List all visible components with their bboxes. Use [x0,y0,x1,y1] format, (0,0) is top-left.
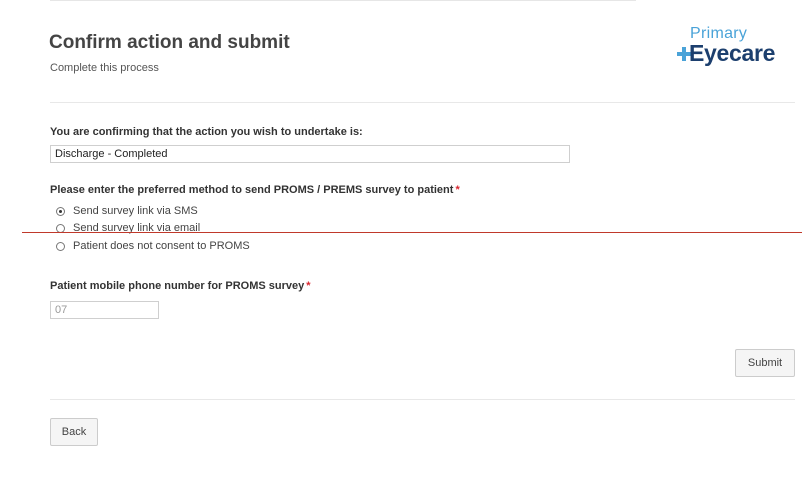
section-divider [50,102,795,103]
primary-eyecare-logo: Primary Eyecare [676,25,796,73]
phone-number-input[interactable]: 07 [50,301,159,319]
radio-button-no-consent[interactable] [56,241,65,251]
survey-method-label: Please enter the preferred method to sen… [50,184,460,196]
required-marker: * [306,280,311,292]
survey-method-label-text: Please enter the preferred method to sen… [50,184,454,196]
page-subtitle: Complete this process [50,62,159,74]
footer-divider [50,399,795,400]
top-divider [50,0,636,1]
back-button[interactable]: Back [50,418,98,446]
action-field[interactable]: Discharge - Completed [50,145,570,163]
page-title: Confirm action and submit [49,32,290,53]
radio-option-sms[interactable]: Send survey link via SMS [56,204,198,218]
logo-text-eyecare: Eyecare [689,40,776,66]
action-label: You are confirming that the action you w… [50,126,363,138]
required-marker: * [455,184,460,196]
annotation-line [22,232,802,233]
radio-option-no-consent[interactable]: Patient does not consent to PROMS [56,239,250,253]
radio-label-sms: Send survey link via SMS [73,205,198,217]
phone-label-text: Patient mobile phone number for PROMS su… [50,280,305,292]
radio-button-sms[interactable] [56,206,65,216]
phone-label: Patient mobile phone number for PROMS su… [50,280,311,292]
radio-label-no-consent: Patient does not consent to PROMS [73,240,250,252]
submit-button[interactable]: Submit [735,349,795,377]
